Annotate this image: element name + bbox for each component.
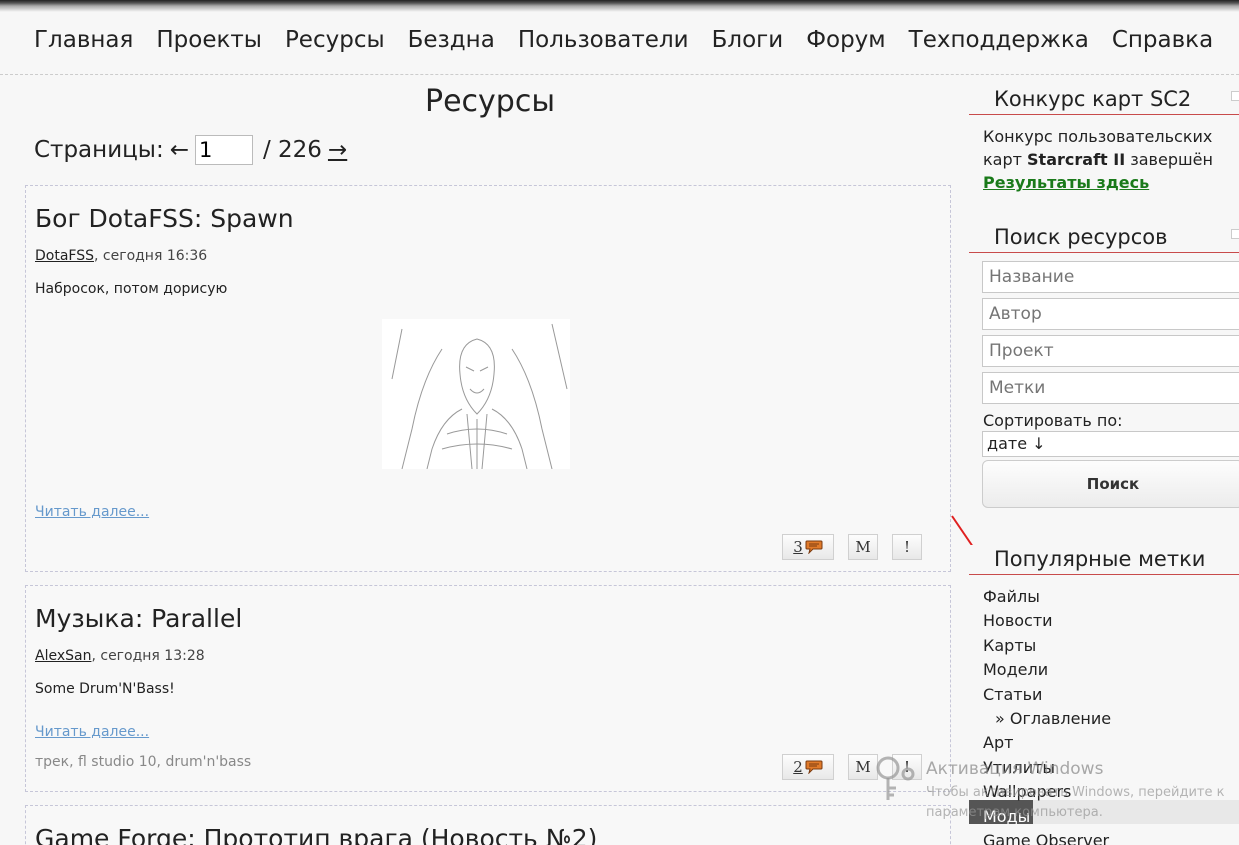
project-input[interactable] bbox=[982, 335, 1239, 367]
widget-corner-icon bbox=[1231, 229, 1239, 239]
nav-forum[interactable]: Форум bbox=[806, 24, 885, 58]
post-buttons: 3 M ! bbox=[782, 534, 922, 560]
post-sketch-image[interactable] bbox=[382, 319, 570, 469]
contest-text: Конкурс пользовательских карт Starcraft … bbox=[983, 125, 1213, 194]
post-title[interactable]: Game Forge: Прототип врага (Новость №2) bbox=[35, 824, 597, 845]
nav-divider bbox=[0, 74, 1239, 75]
report-button[interactable]: ! bbox=[892, 754, 922, 780]
post-time: , сегодня 13:28 bbox=[91, 648, 205, 664]
tag-link[interactable]: Game Observer bbox=[983, 829, 1111, 845]
nav-users[interactable]: Пользователи bbox=[518, 24, 689, 58]
main-nav: Главная Проекты Ресурсы Бездна Пользоват… bbox=[34, 24, 1236, 58]
speech-bubble-icon bbox=[805, 540, 823, 554]
comments-count: 2 bbox=[793, 758, 803, 776]
nav-help[interactable]: Справка bbox=[1112, 24, 1213, 58]
top-shadow bbox=[0, 0, 1239, 12]
author-input[interactable] bbox=[982, 298, 1239, 330]
post-time: , сегодня 16:36 bbox=[94, 248, 208, 264]
post-buttons: 2 M ! bbox=[782, 754, 922, 780]
tag-link[interactable]: Модели bbox=[983, 658, 1111, 682]
contest-widget-title: Конкурс карт SC2 bbox=[969, 85, 1239, 115]
post-body: Some Drum'N'Bass! bbox=[35, 681, 175, 697]
page-title: Ресурсы bbox=[424, 84, 556, 119]
pager-total: / 226 bbox=[262, 137, 322, 163]
contest-line-2-post: завершён bbox=[1125, 150, 1213, 169]
nav-projects[interactable]: Проекты bbox=[156, 24, 262, 58]
pager-label: Страницы: bbox=[34, 137, 164, 163]
contest-results-link[interactable]: Результаты здесь bbox=[983, 173, 1149, 192]
tags-input[interactable] bbox=[982, 372, 1239, 404]
search-button[interactable]: Поиск bbox=[982, 460, 1239, 508]
tag-link[interactable]: Арт bbox=[983, 731, 1111, 755]
post-meta: DotaFSS, сегодня 16:36 bbox=[35, 248, 207, 264]
contest-game-name: Starcraft II bbox=[1027, 150, 1126, 169]
read-more-link[interactable]: Читать далее... bbox=[35, 504, 149, 520]
widget-corner-icon bbox=[1231, 91, 1239, 101]
contest-line-1: Конкурс пользовательских bbox=[983, 127, 1213, 146]
search-title-text: Поиск ресурсов bbox=[994, 225, 1168, 249]
contest-title-text: Конкурс карт SC2 bbox=[994, 87, 1192, 111]
read-more-link[interactable]: Читать далее... bbox=[35, 724, 149, 740]
tag-link[interactable]: » Оглавление bbox=[983, 707, 1111, 731]
pager-prev-arrow: ← bbox=[169, 137, 189, 163]
name-input[interactable] bbox=[982, 261, 1239, 293]
sort-label: Сортировать по: bbox=[983, 411, 1123, 430]
resource-post: Бог DotaFSS: Spawn DotaFSS, сегодня 16:3… bbox=[25, 185, 951, 572]
popular-tags-list: Файлы Новости Карты Модели Статьи » Огла… bbox=[983, 585, 1111, 845]
resource-post: Game Forge: Прототип врага (Новость №2) bbox=[25, 805, 951, 845]
post-meta: AlexSan, сегодня 13:28 bbox=[35, 648, 205, 664]
pager-next-arrow[interactable]: → bbox=[328, 137, 347, 163]
post-title[interactable]: Бог DotaFSS: Spawn bbox=[35, 204, 294, 233]
nav-support[interactable]: Техподдержка bbox=[909, 24, 1089, 58]
tag-link[interactable]: Статьи bbox=[983, 683, 1111, 707]
comments-count: 3 bbox=[793, 538, 803, 556]
search-widget-title: Поиск ресурсов bbox=[969, 223, 1239, 253]
nav-blogs[interactable]: Блоги bbox=[712, 24, 784, 58]
report-button[interactable]: ! bbox=[892, 534, 922, 560]
m-button[interactable]: M bbox=[848, 754, 878, 780]
post-tags: трек, fl studio 10, drum'n'bass bbox=[35, 754, 252, 770]
comments-button[interactable]: 3 bbox=[782, 534, 834, 560]
tag-link[interactable]: Wallpapers bbox=[983, 780, 1111, 804]
contest-line-2: карт Starcraft II завершён bbox=[983, 148, 1213, 171]
tag-link[interactable]: Карты bbox=[983, 634, 1111, 658]
speech-bubble-icon bbox=[805, 760, 823, 774]
sort-select[interactable]: дате ↓ bbox=[982, 431, 1239, 457]
popular-title-text: Популярные метки bbox=[994, 547, 1206, 571]
post-author-link[interactable]: DotaFSS bbox=[35, 248, 94, 264]
post-title[interactable]: Музыка: Parallel bbox=[35, 604, 242, 633]
nav-home[interactable]: Главная bbox=[34, 24, 133, 58]
nav-resources[interactable]: Ресурсы bbox=[285, 24, 385, 58]
resource-post: Музыка: Parallel AlexSan, сегодня 13:28 … bbox=[25, 585, 951, 792]
tag-link[interactable]: Файлы bbox=[983, 585, 1111, 609]
post-author-link[interactable]: AlexSan bbox=[35, 648, 91, 664]
m-button[interactable]: M bbox=[848, 534, 878, 560]
tag-link[interactable]: Утилиты bbox=[983, 756, 1111, 780]
nav-abyss[interactable]: Бездна bbox=[408, 24, 495, 58]
popular-tags-title: Популярные метки bbox=[969, 545, 1239, 575]
contest-line-2-pre: карт bbox=[983, 150, 1028, 169]
tag-link[interactable]: Моды bbox=[983, 805, 1111, 829]
tag-link[interactable]: Новости bbox=[983, 609, 1111, 633]
pager: Страницы: ← / 226 → bbox=[34, 134, 347, 166]
page-number-input[interactable] bbox=[194, 135, 253, 165]
post-body: Набросок, потом дорисую bbox=[35, 281, 228, 297]
comments-button[interactable]: 2 bbox=[782, 754, 834, 780]
